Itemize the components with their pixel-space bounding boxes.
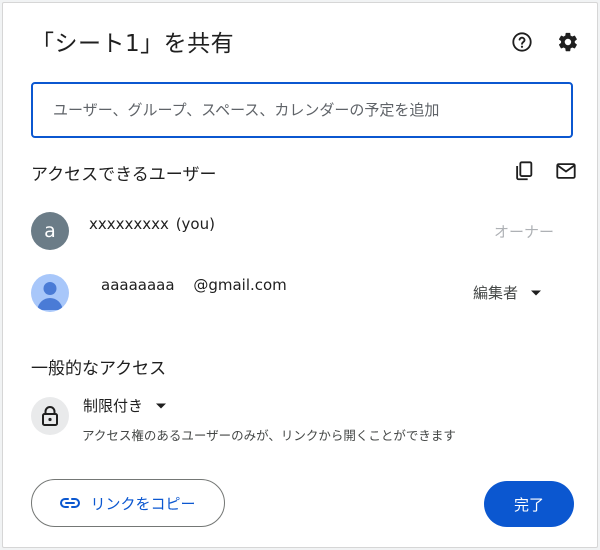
add-people-input[interactable] bbox=[31, 82, 573, 138]
general-access-title: 一般的なアクセス bbox=[31, 359, 167, 379]
person-icon bbox=[37, 282, 63, 310]
owner-role-label: オーナー bbox=[494, 223, 555, 241]
dropdown-arrow-icon bbox=[531, 290, 542, 295]
copy-link-label: リンクをコピー bbox=[90, 494, 196, 513]
user-row-owner: xxxxxxxxx (you) bbox=[89, 215, 215, 233]
lock-icon bbox=[31, 397, 69, 435]
you-label: (you) bbox=[175, 215, 215, 233]
link-icon bbox=[60, 498, 81, 508]
dropdown-arrow-icon bbox=[156, 403, 167, 408]
role-label: 編集者 bbox=[473, 284, 519, 302]
user-name: xxxxxxxxx bbox=[89, 215, 169, 233]
copy-icon[interactable] bbox=[512, 159, 536, 183]
people-section-title: アクセスできるユーザー bbox=[31, 165, 217, 185]
user-row-editor: aaaaaaaa @gmail.com bbox=[101, 276, 287, 294]
copy-link-button[interactable]: リンクをコピー bbox=[31, 479, 225, 527]
access-description: アクセス権のあるユーザーのみが、リンクから開くことができます bbox=[82, 428, 456, 443]
role-dropdown[interactable]: 編集者 bbox=[473, 282, 542, 303]
email-icon[interactable] bbox=[554, 159, 578, 183]
share-dialog: 「シート1」を共有 アクセスできるユーザー a xxxxxxxxx (you) bbox=[2, 2, 598, 548]
user-name: aaaaaaaa bbox=[101, 276, 175, 294]
avatar: a bbox=[31, 212, 69, 250]
general-access-dropdown[interactable]: 制限付き bbox=[83, 395, 167, 416]
dialog-title: 「シート1」を共有 bbox=[31, 31, 235, 57]
avatar bbox=[31, 274, 69, 312]
gear-icon[interactable] bbox=[556, 30, 580, 54]
done-button[interactable]: 完了 bbox=[484, 481, 574, 527]
user-email-domain: @gmail.com bbox=[193, 276, 287, 294]
help-icon[interactable] bbox=[510, 30, 534, 54]
access-setting-label: 制限付き bbox=[83, 397, 144, 415]
